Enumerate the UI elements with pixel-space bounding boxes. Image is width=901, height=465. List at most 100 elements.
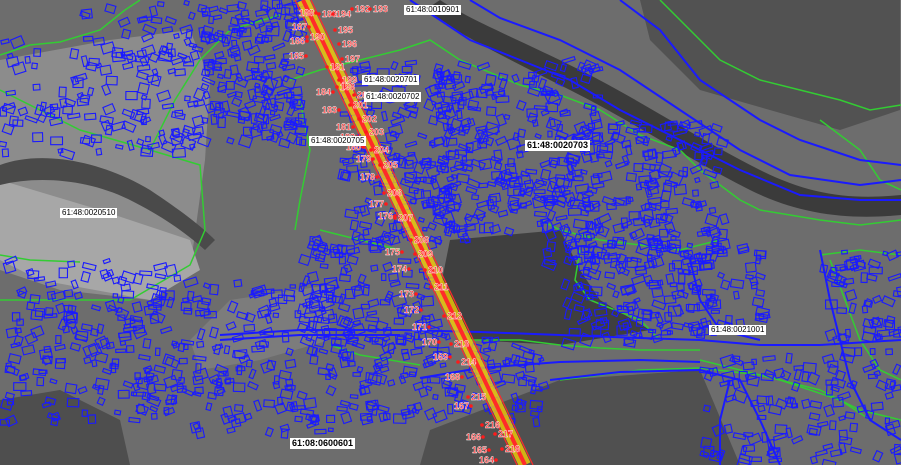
route-marker-207: 207	[398, 213, 413, 223]
route-point-172	[419, 308, 423, 312]
quarter-label-0020510: 61:48:0020510	[60, 208, 118, 218]
route-marker-181: 181	[336, 122, 351, 132]
route-marker-217: 217	[498, 429, 513, 439]
route-marker-213: 213	[454, 339, 469, 349]
route-point-215	[466, 395, 470, 399]
route-marker-175: 175	[385, 247, 400, 257]
route-point-208	[409, 238, 413, 242]
route-point-195	[333, 28, 337, 32]
route-marker-168: 168	[445, 372, 460, 382]
quarter-label-0020701: 61:48:0020701	[362, 75, 420, 85]
route-point-204	[369, 148, 373, 152]
route-point-201	[348, 103, 352, 107]
route-marker-191: 191	[330, 62, 345, 72]
route-marker-210: 210	[428, 265, 443, 275]
route-point-210	[423, 268, 427, 272]
route-point-189	[317, 12, 321, 16]
route-point-200	[352, 93, 356, 97]
route-marker-199: 199	[342, 75, 357, 85]
route-marker-166: 166	[466, 432, 481, 442]
route-marker-174: 174	[392, 264, 407, 274]
quarter-label-0600601: 61:08:0600601	[290, 438, 356, 449]
route-point-193	[368, 7, 372, 11]
route-marker-206: 206	[387, 188, 402, 198]
quarter-label-0020705: 61:48:0020705	[309, 136, 367, 146]
route-marker-167: 167	[454, 401, 469, 411]
route-marker-197: 197	[345, 54, 360, 64]
route-point-203	[364, 130, 368, 134]
route-point-174	[407, 267, 411, 271]
route-point-198	[335, 85, 339, 89]
quarter-label-0021001: 61:48:0021001	[709, 325, 767, 335]
route-marker-165: 165	[472, 445, 487, 455]
route-marker-172: 172	[404, 305, 419, 315]
route-point-205	[378, 163, 382, 167]
route-marker-194: 194	[336, 9, 351, 19]
route-marker-179: 179	[356, 154, 371, 164]
map-canvas: 164165 166 167 168 169 170 171 172 173 174 175 176 1…	[0, 0, 901, 465]
route-marker-212: 212	[447, 311, 462, 321]
route-marker-164: 164	[479, 455, 494, 465]
route-marker-177: 177	[369, 199, 384, 209]
route-marker-208: 208	[414, 235, 429, 245]
route-point-184	[331, 90, 335, 94]
route-marker-170: 170	[422, 337, 437, 347]
route-point-186	[305, 39, 309, 43]
route-marker-214: 214	[461, 357, 476, 367]
route-marker-215: 215	[471, 392, 486, 402]
route-point-213	[449, 342, 453, 346]
route-point-218	[500, 447, 504, 451]
route-point-207	[393, 216, 397, 220]
route-point-185	[304, 54, 308, 58]
route-marker-176: 176	[378, 211, 393, 221]
route-point-187	[307, 25, 311, 29]
route-point-183	[337, 108, 341, 112]
route-marker-205: 205	[383, 160, 398, 170]
route-point-178	[375, 175, 379, 179]
route-marker-209: 209	[418, 249, 433, 259]
route-point-164	[494, 458, 498, 462]
route-marker-195: 195	[338, 25, 353, 35]
route-marker-171: 171	[412, 322, 427, 332]
route-marker-187: 187	[292, 22, 307, 32]
route-marker-186: 186	[290, 36, 305, 46]
route-point-165	[487, 448, 491, 452]
route-point-167	[469, 404, 473, 408]
route-point-191	[325, 65, 329, 69]
route-marker-188: 188	[299, 8, 314, 18]
quarter-label-0010901: 61:48:0010901	[404, 5, 462, 15]
quarter-label-0020702: 61:48:0020702	[364, 92, 422, 102]
route-marker-193: 193	[373, 4, 388, 14]
route-point-202	[357, 117, 361, 121]
route-point-170	[437, 340, 441, 344]
route-marker-185: 185	[289, 51, 304, 61]
route-marker-202: 202	[362, 114, 377, 124]
route-marker-169: 169	[433, 352, 448, 362]
route-point-217	[493, 432, 497, 436]
route-point-211	[429, 285, 433, 289]
route-point-206	[382, 191, 386, 195]
route-point-190	[305, 35, 309, 39]
route-point-177	[384, 202, 388, 206]
route-marker-218: 218	[505, 444, 520, 454]
route-point-197	[340, 57, 344, 61]
route-point-214	[456, 360, 460, 364]
route-marker-204: 204	[374, 145, 389, 155]
route-point-175	[400, 250, 404, 254]
route-point-209	[413, 252, 417, 256]
route-point-173	[414, 292, 418, 296]
route-point-194	[331, 12, 335, 16]
route-point-212	[442, 314, 446, 318]
route-point-216	[480, 423, 484, 427]
route-marker-190: 190	[310, 32, 325, 42]
route-point-168	[460, 375, 464, 379]
route-point-181	[351, 125, 355, 129]
route-point-196	[337, 42, 341, 46]
route-marker-178: 178	[360, 172, 375, 182]
route-marker-203: 203	[369, 127, 384, 137]
route-marker-173: 173	[399, 289, 414, 299]
quarter-label-0020703: 61:48:0020703	[525, 140, 591, 151]
route-point-199	[337, 78, 341, 82]
route-marker-184: 184	[316, 87, 331, 97]
cadastral-map[interactable]: 164 165 166 167 168 169 170 171 172 173 174 175 176 1…	[0, 0, 901, 465]
